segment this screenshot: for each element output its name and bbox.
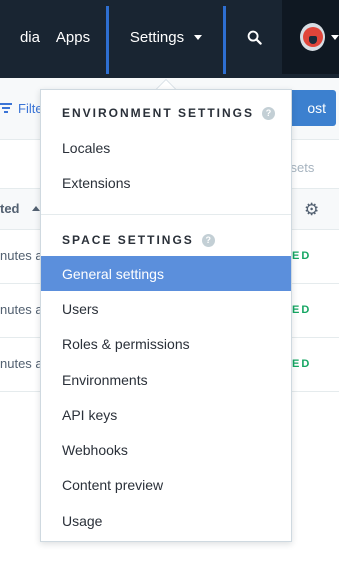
space-settings-heading: SPACE SETTINGS ? — [62, 233, 215, 247]
chevron-down-icon — [194, 34, 203, 40]
menu-item-users[interactable]: Users — [41, 291, 291, 326]
avatar-image — [302, 27, 323, 47]
filter-button[interactable]: Filte — [0, 98, 43, 118]
menu-item-environments[interactable]: Environments — [41, 362, 291, 397]
account-menu-button[interactable] — [282, 0, 339, 74]
column-header-updated[interactable]: ted — [0, 201, 40, 216]
menu-item-general-settings[interactable]: General settings — [41, 256, 291, 291]
menu-item-extensions[interactable]: Extensions — [41, 165, 291, 200]
menu-item-api-keys[interactable]: API keys — [41, 397, 291, 432]
nav-media-label: dia — [19, 28, 40, 46]
row-updated-time: nutes a — [0, 302, 43, 317]
add-entry-label: ost — [307, 100, 326, 116]
menu-item-label: Locales — [62, 139, 111, 156]
status-badge: ED — [292, 358, 312, 370]
nav-media-tab[interactable]: dia — [0, 0, 40, 74]
menu-item-label: Users — [62, 300, 99, 317]
environment-settings-heading: ENVIRONMENT SETTINGS ? — [62, 106, 276, 120]
menu-item-usage[interactable]: Usage — [41, 503, 291, 538]
menu-item-label: Roles & permissions — [62, 335, 190, 352]
row-updated-time: nutes a — [0, 356, 43, 371]
menu-item-locales[interactable]: Locales — [41, 130, 291, 165]
space-settings-heading-label: SPACE SETTINGS — [62, 233, 194, 247]
nav-apps-tab[interactable]: Apps — [40, 0, 106, 74]
menu-item-label: General settings — [62, 265, 164, 282]
status-badge: ED — [292, 304, 312, 316]
help-icon[interactable]: ? — [201, 233, 215, 247]
settings-dropdown-menu: ENVIRONMENT SETTINGS ? Locales Extension… — [40, 89, 292, 542]
nav-search-button[interactable] — [226, 0, 282, 74]
nav-settings-tab[interactable]: Settings — [108, 0, 224, 74]
menu-item-label: API keys — [62, 406, 118, 423]
menu-item-webhooks[interactable]: Webhooks — [41, 432, 291, 467]
sort-ascending-icon — [31, 206, 40, 211]
top-navigation: dia Apps Settings — [0, 0, 339, 78]
menu-item-label: Content preview — [62, 476, 164, 493]
menu-item-label: Usage — [62, 512, 103, 529]
search-icon — [247, 30, 262, 45]
menu-item-content-preview[interactable]: Content preview — [41, 467, 291, 502]
environment-settings-heading-label: ENVIRONMENT SETTINGS — [62, 106, 255, 120]
menu-item-roles-permissions[interactable]: Roles & permissions — [41, 326, 291, 361]
help-icon[interactable]: ? — [262, 106, 276, 120]
chevron-down-icon — [331, 34, 339, 40]
menu-item-label: Extensions — [62, 174, 131, 191]
filter-label: Filte — [18, 100, 43, 116]
nav-settings-label: Settings — [129, 28, 185, 46]
column-header-updated-label: ted — [0, 201, 20, 216]
menu-item-label: Webhooks — [62, 441, 128, 458]
menu-divider — [41, 214, 291, 215]
filter-icon — [0, 103, 12, 113]
nav-apps-label: Apps — [55, 28, 91, 46]
status-badge: ED — [292, 250, 312, 262]
menu-item-label: Environments — [62, 371, 148, 388]
gear-icon[interactable]: ⚙ — [304, 200, 319, 220]
avatar — [300, 23, 325, 51]
dropdown-pointer — [156, 79, 176, 89]
